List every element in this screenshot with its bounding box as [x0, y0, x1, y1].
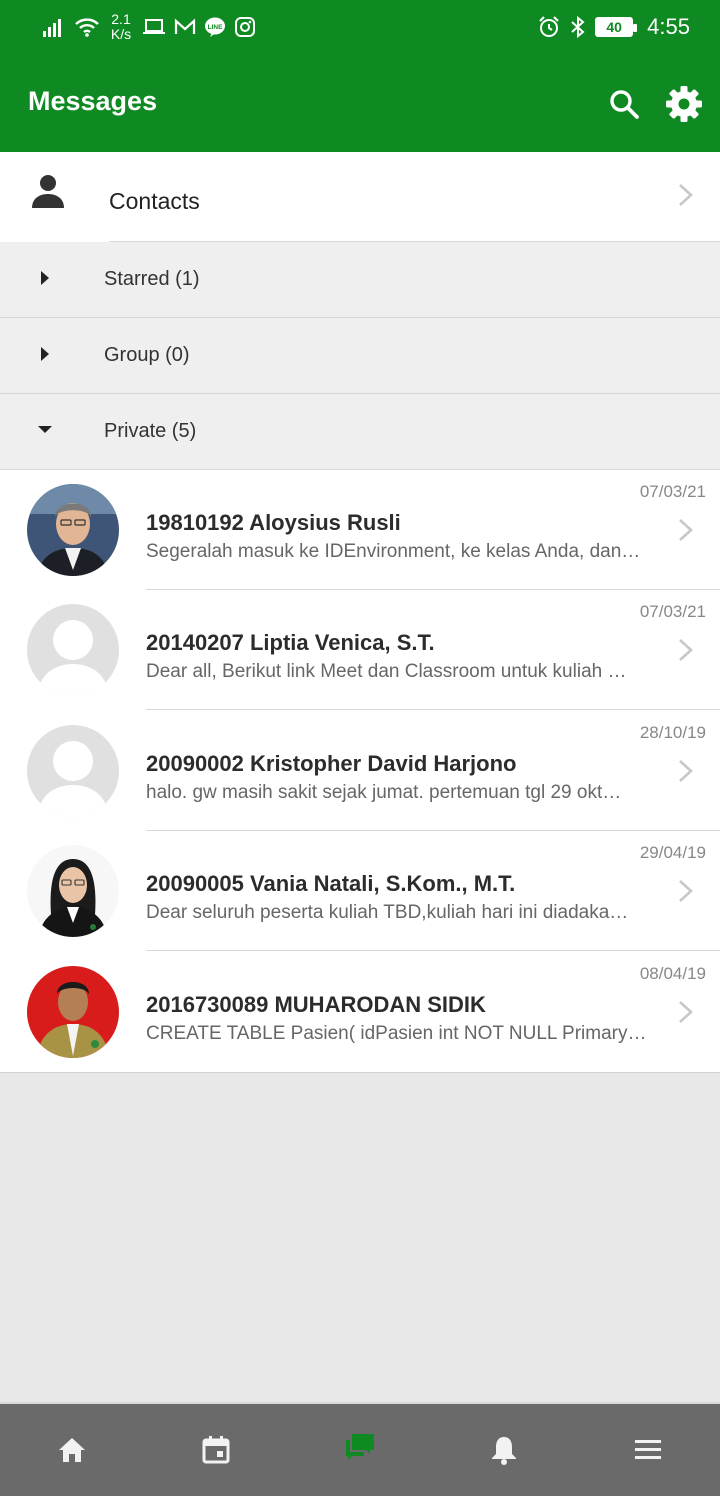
- instagram-icon: [235, 17, 255, 37]
- message-preview: halo. gw masih sakit sejak jumat. pertem…: [146, 782, 622, 803]
- message-preview: Dear seluruh peserta kuliah TBD,kuliah h…: [146, 902, 629, 923]
- alarm-icon: [539, 16, 559, 37]
- message-date: 07/03/21: [639, 602, 706, 621]
- battery-indicator: 40: [595, 17, 638, 37]
- caret-right-icon: [41, 347, 49, 361]
- conversation-list: 07/03/21 19810192 Aloysius Rusli Segeral…: [0, 470, 720, 1073]
- contacts-row[interactable]: Contacts: [0, 152, 720, 242]
- chevron-right-icon: [679, 1001, 693, 1023]
- conversation-row[interactable]: 07/03/21 19810192 Aloysius Rusli Segeral…: [0, 470, 720, 590]
- status-bar: 2.1 K/s LINE 40 4:55: [0, 0, 720, 56]
- avatar-placeholder: [27, 725, 119, 817]
- contact-name: 2016730089 MUHARODAN SIDIK: [146, 992, 486, 1017]
- contact-name: 20090002 Kristopher David Harjono: [146, 751, 517, 776]
- chevron-right-icon: [679, 519, 693, 541]
- bluetooth-icon: [571, 15, 585, 39]
- section-label: Group (0): [104, 344, 190, 366]
- wifi-icon: [75, 18, 99, 37]
- message-date: 28/10/19: [639, 723, 706, 742]
- clock: 4:55: [647, 14, 690, 39]
- section-group[interactable]: Group (0): [0, 318, 720, 394]
- message-preview: CREATE TABLE Pasien( idPasien int NOT NU…: [146, 1023, 647, 1044]
- chevron-right-icon: [679, 760, 693, 782]
- contact-name: 20140207 Liptia Venica, S.T.: [146, 630, 435, 655]
- caret-down-icon: [38, 426, 52, 433]
- message-date: 08/04/19: [639, 964, 706, 983]
- contact-name: 19810192 Aloysius Rusli: [146, 510, 401, 535]
- page-title: Messages: [28, 86, 158, 116]
- bottom-navigation: [0, 1402, 720, 1496]
- network-speed: 2.1 K/s: [110, 11, 132, 42]
- avatar: [27, 484, 119, 576]
- message-date: 07/03/21: [639, 482, 706, 501]
- caret-right-icon: [41, 271, 49, 285]
- message-date: 29/04/19: [639, 843, 706, 862]
- conversation-row[interactable]: 08/04/19 2016730089 MUHARODAN SIDIK CREA…: [0, 952, 720, 1072]
- menu-icon[interactable]: [632, 1434, 664, 1466]
- laptop-icon: [143, 19, 165, 34]
- gear-icon[interactable]: [664, 84, 704, 124]
- person-icon: [32, 175, 64, 208]
- avatar-placeholder: [27, 604, 119, 696]
- conversation-row[interactable]: 28/10/19 20090002 Kristopher David Harjo…: [0, 711, 720, 831]
- search-icon[interactable]: [606, 86, 642, 122]
- avatar: [27, 966, 119, 1058]
- app-header: 2.1 K/s LINE 40 4:55 Messages: [0, 0, 720, 152]
- contacts-label: Contacts: [109, 188, 200, 214]
- avatar: [27, 845, 119, 937]
- section-private[interactable]: Private (5): [0, 394, 720, 470]
- contact-name: 20090005 Vania Natali, S.Kom., M.T.: [146, 871, 516, 896]
- conversation-row[interactable]: 07/03/21 20140207 Liptia Venica, S.T. De…: [0, 590, 720, 710]
- line-app-icon: LINE: [205, 17, 225, 37]
- section-label: Private (5): [104, 420, 197, 442]
- home-icon[interactable]: [56, 1434, 88, 1466]
- divider: [146, 709, 720, 710]
- calendar-icon[interactable]: [200, 1434, 232, 1466]
- chevron-right-icon: [679, 880, 693, 902]
- messages-icon[interactable]: [344, 1430, 376, 1462]
- bell-icon[interactable]: [488, 1434, 520, 1466]
- message-preview: Segeralah masuk ke IDEnvironment, ke kel…: [146, 541, 641, 562]
- svg-text:LINE: LINE: [208, 24, 223, 31]
- chevron-right-icon: [679, 639, 693, 661]
- section-label: Starred (1): [104, 268, 200, 290]
- message-preview: Dear all, Berikut link Meet dan Classroo…: [146, 661, 627, 682]
- section-starred[interactable]: Starred (1): [0, 242, 720, 318]
- divider: [146, 950, 720, 951]
- conversation-row[interactable]: 29/04/19 20090005 Vania Natali, S.Kom., …: [0, 831, 720, 951]
- divider: [0, 1072, 720, 1073]
- signal-icon: [43, 19, 61, 37]
- gmail-icon: [174, 18, 196, 34]
- chevron-right-icon: [679, 184, 693, 206]
